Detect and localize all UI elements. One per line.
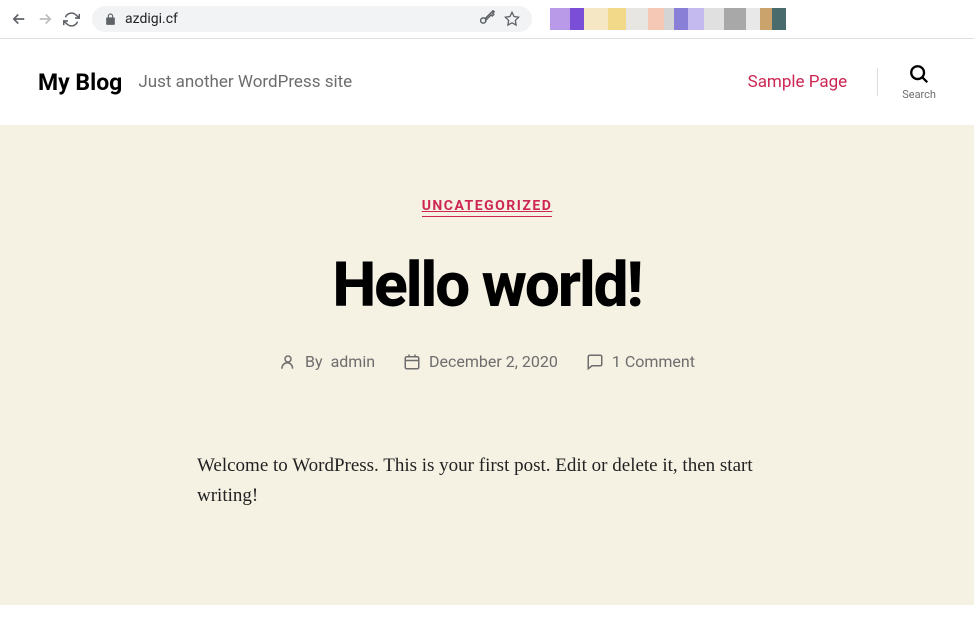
tab-thumbnail[interactable] [772,8,786,30]
content-area: UNCATEGORIZED Hello world! By admin Dece… [0,125,974,605]
tab-thumbnail[interactable] [608,8,626,30]
site-tagline: Just another WordPress site [138,72,352,92]
post-body: Welcome to WordPress. This is your first… [197,451,777,512]
author-link[interactable]: admin [331,352,375,371]
person-icon [279,353,297,371]
tab-thumbnail[interactable] [724,8,746,30]
category-link[interactable]: UNCATEGORIZED [422,198,553,217]
tab-thumbnail[interactable] [674,8,688,30]
search-label: Search [902,88,936,101]
tab-thumbnail[interactable] [688,8,704,30]
tab-thumbnail[interactable] [664,8,674,30]
tab-thumbnail[interactable] [584,8,608,30]
calendar-icon [403,353,421,371]
search-icon [908,63,930,85]
tab-thumbnail[interactable] [570,8,584,30]
nav-link-sample-page[interactable]: Sample Page [748,72,848,92]
reload-button[interactable] [62,10,80,28]
meta-author: By admin [279,352,375,371]
star-icon[interactable] [504,11,520,27]
post: UNCATEGORIZED Hello world! By admin Dece… [117,195,857,512]
tab-thumbnail[interactable] [760,8,772,30]
tab-strip [550,8,786,30]
divider [877,68,878,96]
forward-button[interactable] [36,10,54,28]
site-header: My Blog Just another WordPress site Samp… [0,39,974,125]
tab-thumbnail[interactable] [746,8,760,30]
meta-comments: 1 Comment [586,352,695,371]
key-icon[interactable] [478,10,496,28]
search-button[interactable]: Search [902,63,936,101]
tab-thumbnail[interactable] [550,8,570,30]
tab-thumbnail[interactable] [704,8,724,30]
post-meta: By admin December 2, 2020 1 Comment [117,352,857,371]
url-text: azdigi.cf [125,11,470,27]
date-link[interactable]: December 2, 2020 [429,352,558,371]
meta-date: December 2, 2020 [403,352,558,371]
post-title[interactable]: Hello world! [117,249,857,322]
address-bar[interactable]: azdigi.cf [92,6,532,32]
tab-thumbnail[interactable] [648,8,664,30]
browser-toolbar: azdigi.cf [0,0,974,39]
back-button[interactable] [10,10,28,28]
by-label: By [305,352,323,371]
lock-icon [104,13,117,26]
comment-icon [586,353,604,371]
site-title[interactable]: My Blog [38,69,122,96]
tab-thumbnail[interactable] [626,8,648,30]
comments-link[interactable]: 1 Comment [612,352,695,371]
